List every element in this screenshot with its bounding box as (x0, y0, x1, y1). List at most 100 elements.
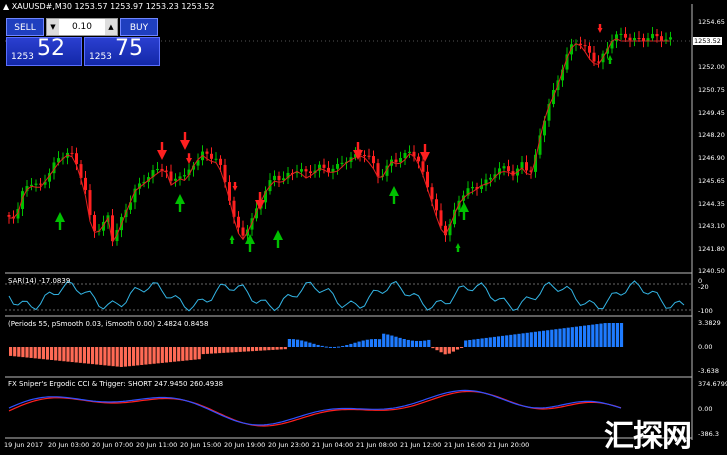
indicator2-histogram-bar (591, 324, 595, 347)
candle-body (619, 33, 623, 35)
sell-price-box[interactable]: 1253 52 (6, 36, 82, 66)
candle-body (592, 52, 596, 62)
indicator2-histogram-bar (201, 347, 205, 355)
indicator2-histogram-bar (550, 329, 554, 347)
candle-body (525, 162, 528, 171)
indicator2-histogram-bar (308, 342, 312, 347)
indicator2-histogram-bar (558, 328, 562, 347)
indicator2-histogram-bar (9, 347, 13, 356)
indicator2-histogram-bar (78, 347, 82, 363)
indicator2-histogram-bar (464, 340, 468, 347)
indicator2-histogram-bar (615, 323, 619, 347)
time-axis-label: 21 Jun 12:00 (400, 441, 442, 449)
buy-button[interactable]: BUY (120, 18, 158, 36)
indicator2-histogram-bar (99, 347, 103, 365)
lot-increase-icon[interactable]: ▲ (105, 19, 117, 35)
indicator2-histogram-bar (70, 347, 74, 363)
price-axis-label: 1241.80 (698, 245, 725, 253)
indicator2-histogram-bar (554, 329, 558, 347)
indicator2-histogram-bar (107, 347, 111, 366)
indicator2-histogram-bar (185, 347, 189, 361)
indicator2-histogram-bar (521, 333, 525, 347)
indicator2-histogram-bar (214, 347, 218, 354)
indicator2-histogram-bar (501, 335, 505, 347)
candle-body (642, 38, 645, 41)
indicator2-histogram-bar (332, 346, 337, 348)
indicator2-histogram-bar (312, 343, 316, 347)
indicator2-histogram-bar (460, 347, 464, 348)
price-axis-label: 1245.65 (698, 177, 725, 185)
indicator2-histogram-bar (66, 347, 70, 362)
candle-body (646, 38, 650, 41)
candle-body (156, 168, 159, 171)
indicator2-histogram-bar (378, 339, 382, 347)
lot-size-value[interactable]: 0.10 (61, 19, 103, 35)
indicator2-histogram-bar (25, 347, 29, 358)
indicator2-histogram-bar (513, 334, 517, 347)
candle-body (430, 187, 434, 200)
indicator2-histogram-bar (238, 347, 242, 352)
candle-body (435, 199, 438, 211)
buy-signal-arrow-icon (175, 194, 185, 212)
indicator2-histogram-bar (82, 347, 86, 364)
indicator2-histogram-bar (144, 347, 148, 365)
lot-decrease-icon[interactable]: ▼ (47, 19, 59, 35)
indicator2-histogram-bar (578, 326, 583, 347)
indicator2-histogram-bar (369, 339, 373, 347)
indicator2-histogram-bar (21, 347, 25, 358)
indicator2-histogram-bar (546, 330, 550, 347)
sell-signal-arrow-icon (232, 182, 238, 191)
candle-body (340, 162, 344, 164)
indicator2-histogram-bar (583, 325, 587, 347)
indicator2-histogram-bar (45, 347, 50, 360)
indicator2-label: (Periods 55, pSmooth 0.03, iSmooth 0.00)… (8, 320, 209, 328)
sell-button[interactable]: SELL (6, 18, 44, 36)
indicator2-histogram-bar (373, 339, 378, 347)
indicator2-histogram-bar (13, 347, 17, 357)
indicator2-histogram-bar (242, 347, 246, 352)
indicator2-histogram-bar (177, 347, 181, 362)
indicator2-histogram-bar (230, 347, 234, 353)
buy-signal-arrow-icon (607, 55, 613, 64)
price-axis-label: 1240.50 (698, 267, 725, 275)
time-axis-label: 20 Jun 07:00 (92, 441, 134, 449)
indicator2-histogram-bar (296, 339, 300, 347)
time-axis-label: 20 Jun 15:00 (180, 441, 222, 449)
indicator3-axis-label: 374.6799 (698, 380, 727, 388)
buy-signal-arrow-icon (273, 230, 283, 248)
indicator2-histogram-bar (349, 343, 353, 347)
time-axis-label: 20 Jun 03:00 (48, 441, 90, 449)
candle-body (241, 227, 245, 236)
candle-body (183, 175, 186, 177)
candle-body (367, 155, 371, 157)
candle-body (205, 151, 209, 154)
candle-body (408, 151, 411, 154)
indicator2-histogram-bar (291, 339, 296, 347)
price-axis-label: 1246.90 (698, 154, 725, 162)
indicator2-histogram-bar (386, 334, 390, 347)
sell-price-big: 52 (37, 36, 65, 61)
indicator2-histogram-bar (390, 335, 394, 347)
indicator1-line (8, 280, 685, 312)
indicator2-histogram-bar (300, 340, 304, 347)
candle-body (394, 159, 398, 163)
indicator2-histogram-bar (263, 347, 267, 351)
trading-chart[interactable]: ▲ XAUUSD#,M30 1253.57 1253.97 1253.23 12… (0, 0, 727, 454)
buy-signal-arrow-icon (455, 243, 461, 252)
indicator2-histogram-bar (447, 347, 451, 354)
lot-size-field[interactable]: ▼ 0.10 ▲ (46, 18, 118, 36)
indicator2-histogram-bar (197, 347, 201, 360)
candle-body (471, 187, 474, 189)
candle-body (84, 177, 87, 191)
indicator2-histogram-bar (496, 336, 501, 347)
indicator2-histogram-bar (451, 347, 455, 352)
buy-price-box[interactable]: 1253 75 (84, 36, 160, 66)
current-price-tag: 1253.52 (693, 37, 722, 45)
indicator2-histogram-bar (54, 347, 58, 361)
indicator2-histogram-bar (91, 347, 95, 365)
indicator2-histogram-bar (173, 347, 177, 362)
indicator2-histogram-bar (345, 345, 349, 347)
indicator1-axis-label: -100 (698, 307, 713, 315)
indicator2-histogram-bar (365, 339, 369, 347)
indicator2-histogram-bar (33, 347, 37, 359)
